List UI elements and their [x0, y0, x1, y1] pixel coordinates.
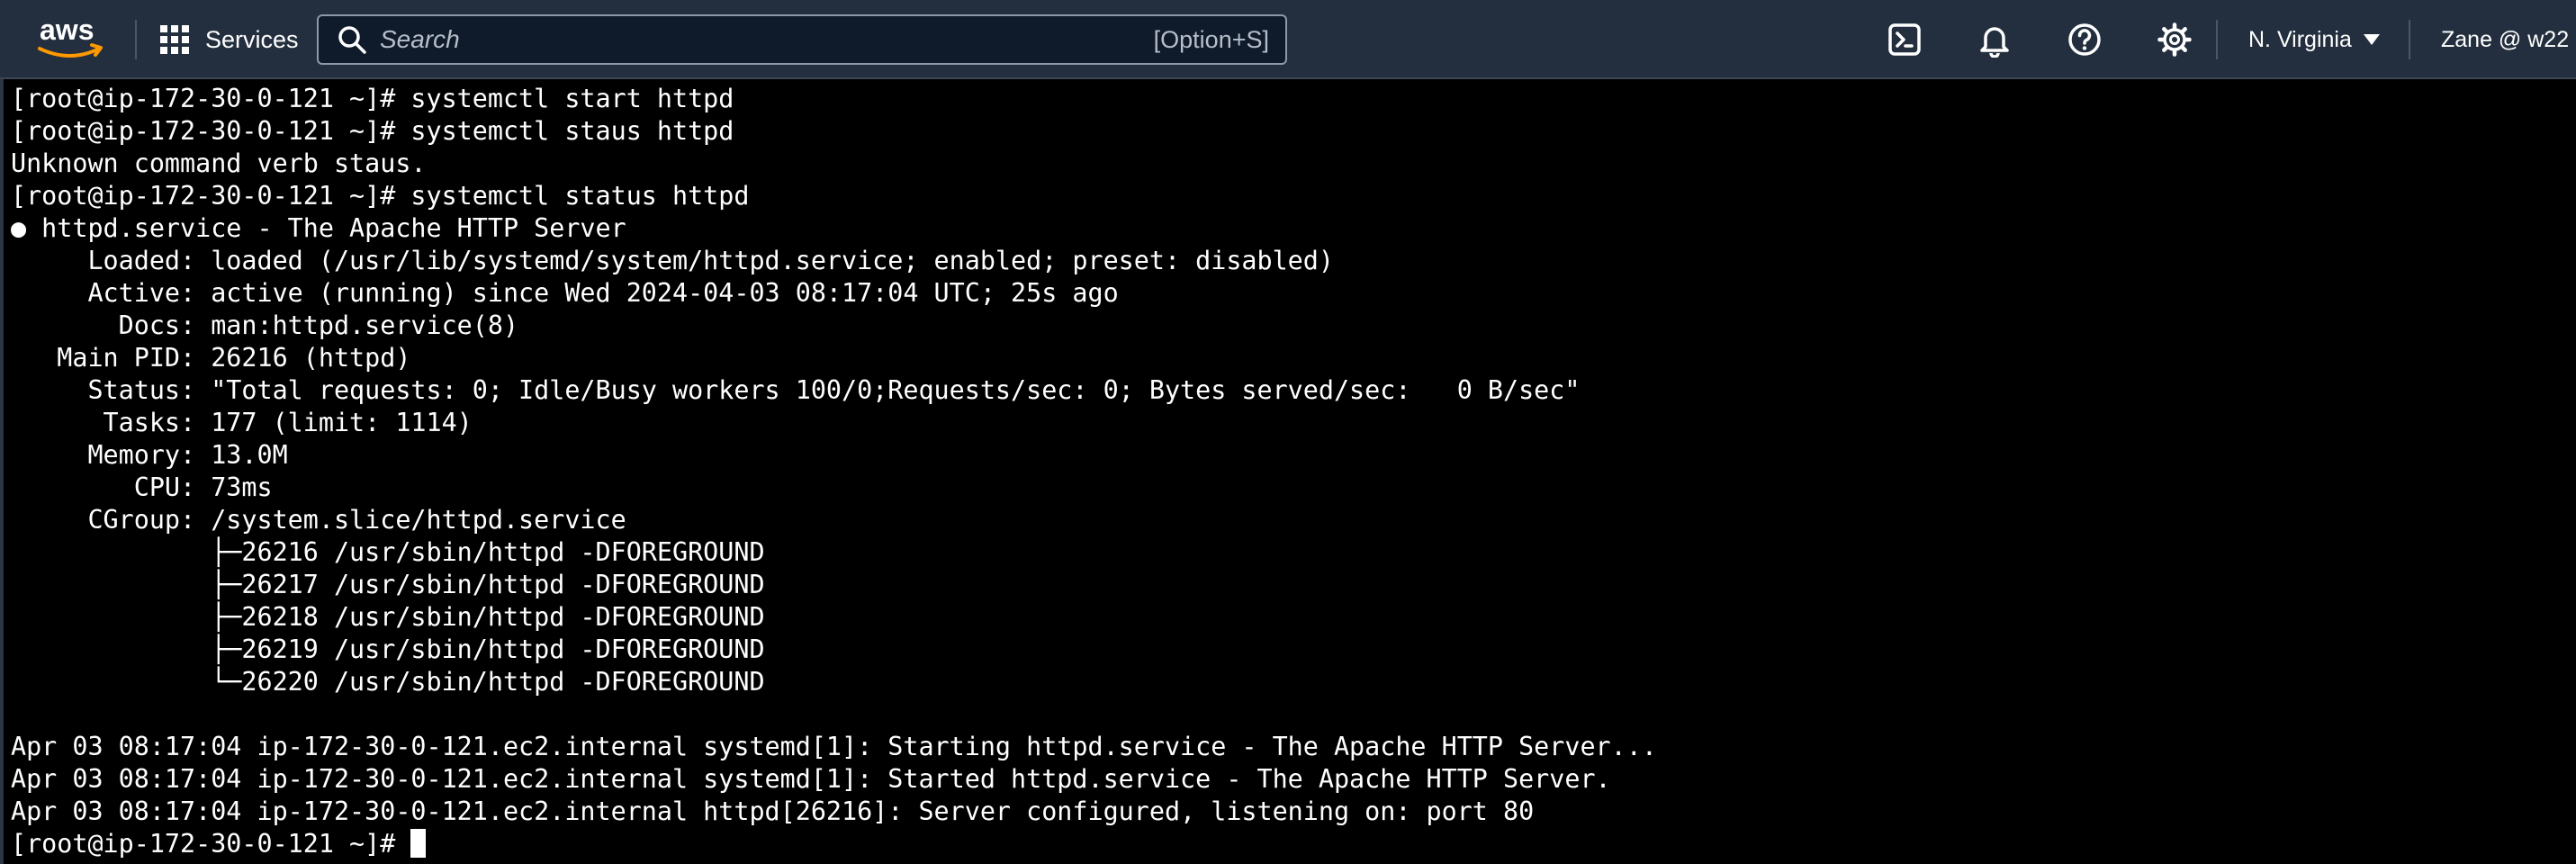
services-label: Services	[205, 25, 299, 53]
terminal-line: Apr 03 08:17:04 ip-172-30-0-121.ec2.inte…	[11, 732, 1657, 761]
header-divider	[2409, 20, 2410, 59]
terminal-line: Main PID: 26216 (httpd)	[11, 343, 411, 373]
top-navigation-bar: aws Services Search [Option+S] N. Virgin…	[0, 0, 2576, 79]
terminal-window[interactable]: [root@ip-172-30-0-121 ~]# systemctl star…	[0, 79, 2576, 864]
settings-icon[interactable]	[2157, 22, 2193, 58]
help-icon[interactable]	[2067, 22, 2103, 58]
services-grid-icon	[160, 25, 189, 54]
bell-icon[interactable]	[1977, 22, 2013, 58]
region-selector[interactable]: N. Virginia	[2248, 22, 2381, 58]
header-divider	[135, 20, 137, 59]
terminal-line: └─26220 /usr/sbin/httpd -DFOREGROUND	[11, 667, 765, 697]
terminal-line: ├─26217 /usr/sbin/httpd -DFOREGROUND	[11, 570, 765, 599]
cloudshell-icon[interactable]	[1887, 22, 1923, 58]
terminal-line: [root@ip-172-30-0-121 ~]# systemctl stau…	[11, 116, 734, 146]
services-menu-button[interactable]: Services	[158, 22, 299, 58]
terminal-line: ● httpd.service - The Apache HTTP Server	[11, 213, 626, 243]
terminal-line: Apr 03 08:17:04 ip-172-30-0-121.ec2.inte…	[11, 796, 1535, 826]
search-input[interactable]: Search [Option+S]	[317, 14, 1287, 65]
terminal-line: Active: active (running) since Wed 2024-…	[11, 278, 1119, 308]
terminal-line: ├─26219 /usr/sbin/httpd -DFOREGROUND	[11, 634, 765, 664]
terminal-line: Status: "Total requests: 0; Idle/Busy wo…	[11, 375, 1581, 405]
terminal-prompt: [root@ip-172-30-0-121 ~]#	[11, 829, 411, 859]
aws-logo-text: aws	[40, 14, 94, 46]
terminal-output: [root@ip-172-30-0-121 ~]# systemctl star…	[11, 83, 1657, 860]
terminal-cursor[interactable]	[410, 829, 427, 858]
terminal-line: [root@ip-172-30-0-121 ~]# systemctl stat…	[11, 181, 750, 211]
terminal-line: CPU: 73ms	[11, 472, 273, 502]
terminal-line: Apr 03 08:17:04 ip-172-30-0-121.ec2.inte…	[11, 764, 1611, 794]
search-placeholder: Search	[380, 25, 460, 53]
search-icon	[338, 26, 366, 54]
terminal-line: Docs: man:httpd.service(8)	[11, 310, 519, 340]
search-shortcut-hint: [Option+S]	[1153, 25, 1269, 53]
account-label: Zane @ w22	[2441, 26, 2570, 52]
terminal-line: [root@ip-172-30-0-121 ~]# systemctl star…	[11, 84, 734, 113]
region-label: N. Virginia	[2248, 26, 2352, 52]
terminal-line: Tasks: 177 (limit: 1114)	[11, 408, 473, 437]
terminal-line: Unknown command verb staus.	[11, 148, 427, 178]
terminal-line: ├─26218 /usr/sbin/httpd -DFOREGROUND	[11, 602, 765, 632]
terminal-line: Memory: 13.0M	[11, 440, 288, 470]
aws-logo[interactable]: aws	[34, 13, 110, 65]
account-menu[interactable]: Zane @ w22	[2441, 22, 2569, 58]
caret-down-icon	[2363, 34, 2380, 45]
terminal-line: CGroup: /system.slice/httpd.service	[11, 505, 626, 535]
terminal-line: ├─26216 /usr/sbin/httpd -DFOREGROUND	[11, 537, 765, 567]
header-divider	[2216, 20, 2218, 59]
terminal-line: Loaded: loaded (/usr/lib/systemd/system/…	[11, 246, 1334, 275]
